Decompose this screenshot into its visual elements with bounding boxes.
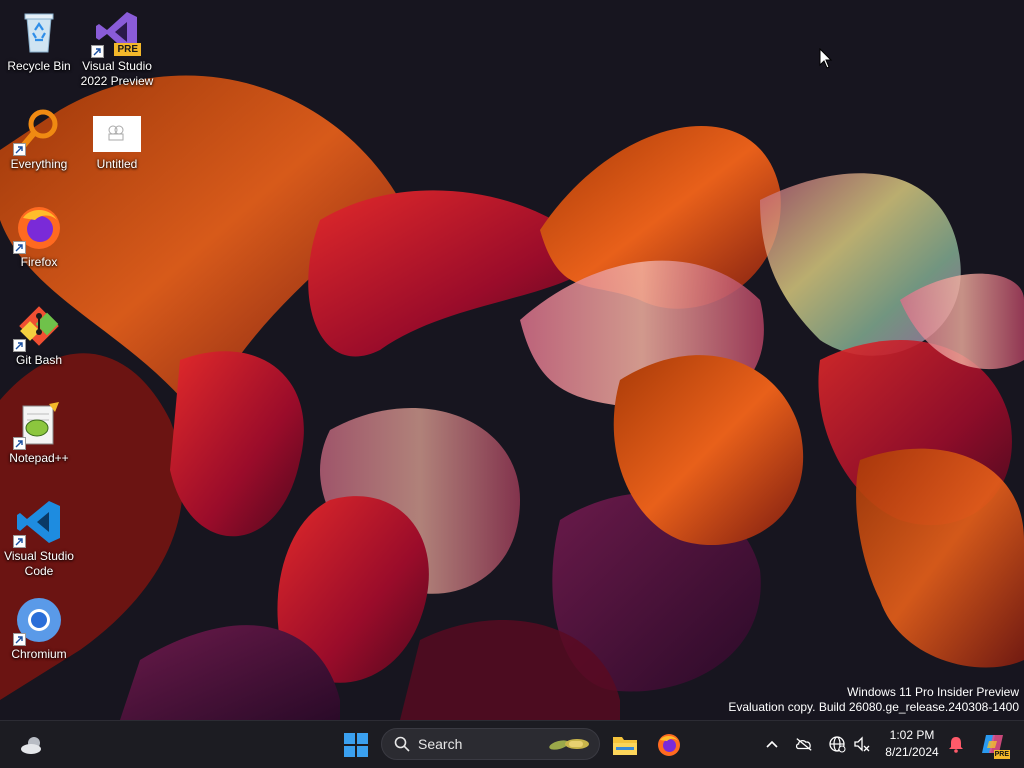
file-explorer-icon bbox=[613, 737, 637, 755]
desktop-icon-git-bash[interactable]: Git Bash bbox=[1, 302, 77, 368]
notifications-button[interactable] bbox=[947, 735, 965, 753]
taskbar-firefox[interactable] bbox=[653, 729, 685, 761]
widgets-button[interactable] bbox=[16, 729, 48, 761]
desktop-icon-everything[interactable]: Everything bbox=[1, 106, 77, 172]
bell-icon bbox=[949, 737, 963, 753]
git-bash-icon bbox=[13, 302, 63, 352]
start-button[interactable] bbox=[340, 729, 372, 761]
evaluation-watermark: Windows 11 Pro Insider Preview Evaluatio… bbox=[728, 685, 1019, 715]
firefox-icon bbox=[658, 734, 680, 756]
shortcut-arrow-icon bbox=[13, 339, 26, 352]
firefox-icon bbox=[13, 204, 63, 254]
copilot-button[interactable]: PRE bbox=[980, 731, 1010, 759]
shortcut-arrow-icon bbox=[13, 633, 26, 646]
network-globe-icon bbox=[829, 736, 846, 753]
desktop-icon-chromium[interactable]: Chromium bbox=[1, 596, 77, 662]
clock-time: 1:02 PM bbox=[889, 728, 935, 742]
clock-date: 8/21/2024 bbox=[885, 745, 939, 759]
watermark-edition: Windows 11 Pro Insider Preview bbox=[847, 685, 1019, 699]
desktop-icon-notepad-plus-plus[interactable]: Notepad++ bbox=[1, 400, 77, 466]
shortcut-arrow-icon bbox=[13, 437, 26, 450]
copilot-pre-badge: PRE bbox=[993, 750, 1010, 759]
taskbar-search-box[interactable]: Search bbox=[381, 728, 600, 760]
search-highlight-icon bbox=[549, 739, 589, 750]
desktop-icon-untitled[interactable]: Untitled bbox=[79, 106, 155, 172]
notepad-plus-plus-icon bbox=[13, 400, 63, 450]
search-icon bbox=[394, 736, 410, 752]
desktop-icon-label: Untitled bbox=[96, 157, 138, 171]
recycle-bin-icon bbox=[15, 8, 63, 56]
desktop-icon-label: Visual Studio Code bbox=[4, 549, 74, 578]
windows-start-icon bbox=[344, 733, 368, 757]
shortcut-arrow-icon bbox=[13, 143, 26, 156]
preview-badge: PRE bbox=[114, 43, 141, 56]
untitled-document-thumbnail-icon bbox=[93, 106, 141, 154]
shortcut-arrow-icon bbox=[13, 535, 26, 548]
mouse-cursor-icon bbox=[819, 48, 833, 69]
desktop-icon-label: Everything bbox=[10, 157, 68, 171]
desktop-icon-label: Notepad++ bbox=[9, 451, 69, 465]
watermark-build: Evaluation copy. Build 26080.ge_release.… bbox=[728, 700, 1019, 714]
taskbar-file-explorer[interactable] bbox=[609, 729, 641, 761]
visual-studio-icon: PRE bbox=[91, 8, 141, 58]
desktop-icon-label: Firefox bbox=[20, 255, 58, 269]
chromium-icon bbox=[13, 596, 63, 646]
everything-magnifier-icon bbox=[13, 106, 63, 156]
desktop-icon-label: Git Bash bbox=[15, 353, 63, 367]
taskbar: Search 1:02 PM 8/21/2024 PRE bbox=[0, 720, 1024, 768]
show-hidden-icons-button[interactable] bbox=[763, 735, 781, 753]
desktop-icon-visual-studio-code[interactable]: Visual Studio Code bbox=[1, 498, 77, 579]
desktop-icon-recycle-bin[interactable]: Recycle Bin bbox=[1, 8, 77, 74]
onedrive-status-button[interactable] bbox=[795, 735, 813, 753]
desktop-icon-label: Chromium bbox=[11, 647, 67, 661]
volume-muted-icon bbox=[854, 736, 870, 752]
shortcut-arrow-icon bbox=[13, 241, 26, 254]
vscode-icon bbox=[13, 498, 63, 548]
chevron-up-icon bbox=[766, 740, 778, 748]
taskbar-clock[interactable]: 1:02 PM 8/21/2024 bbox=[880, 727, 944, 761]
desktop-icon-label: Visual Studio 2022 Preview bbox=[80, 59, 154, 88]
desktop-icon-visual-studio-2022-preview[interactable]: PRE Visual Studio 2022 Preview bbox=[79, 8, 155, 89]
search-label: Search bbox=[418, 736, 463, 752]
desktop-icon-label: Recycle Bin bbox=[7, 59, 71, 73]
weather-cloud-icon bbox=[21, 737, 41, 754]
onedrive-offline-icon bbox=[795, 738, 812, 751]
shortcut-arrow-icon bbox=[91, 45, 104, 58]
desktop-icon-firefox[interactable]: Firefox bbox=[1, 204, 77, 270]
network-button[interactable] bbox=[828, 735, 846, 753]
volume-button[interactable] bbox=[853, 735, 871, 753]
